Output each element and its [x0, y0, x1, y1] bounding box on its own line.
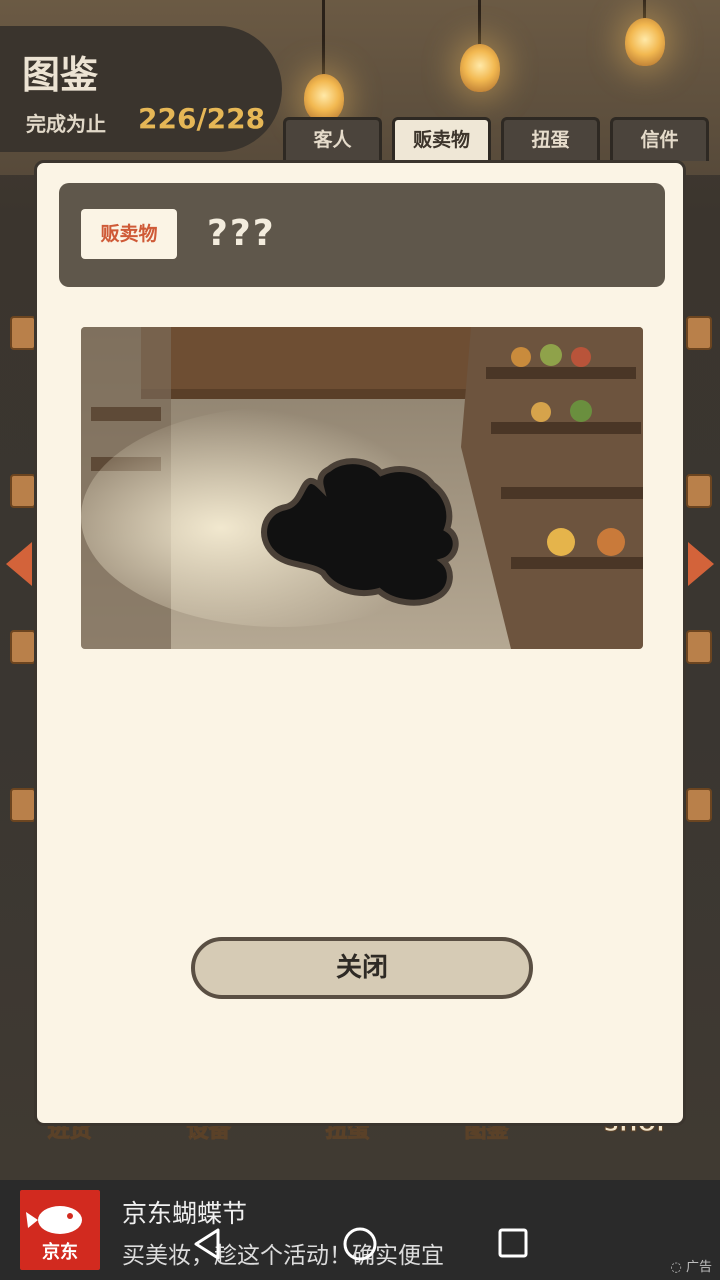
ad-subline: 买美妆，趁这个活动！确实便宜	[122, 1243, 444, 1269]
home-nav-icon[interactable]	[342, 1226, 378, 1262]
light-bulb-icon	[625, 18, 665, 66]
progress-label: 完成为止	[26, 112, 106, 136]
item-name: ???	[207, 213, 276, 254]
catalog-item-thumb[interactable]	[10, 788, 36, 822]
catalog-item-thumb[interactable]	[686, 788, 712, 822]
jd-logo: 京东	[20, 1190, 100, 1270]
tab-gacha[interactable]: 扭蛋	[501, 117, 600, 161]
light-bulb-icon	[460, 44, 500, 92]
close-button[interactable]: 关闭	[191, 937, 533, 999]
ad-label: ◌ 广告	[670, 1260, 713, 1275]
category-badge: 贩卖物	[81, 209, 177, 259]
catalog-item-thumb[interactable]	[686, 316, 712, 350]
prev-page-arrow-icon[interactable]	[6, 542, 32, 586]
catalog-item-thumb[interactable]	[10, 630, 36, 664]
logo-text: 京东	[42, 1242, 78, 1263]
catalog-header: 图鉴 完成为止 226/228	[0, 26, 282, 152]
tab-guests[interactable]: 客人	[283, 117, 382, 161]
ad-tag-text: 广告	[685, 1260, 712, 1275]
lamp-cord	[322, 0, 325, 80]
recents-nav-icon[interactable]	[496, 1226, 530, 1262]
catalog-item-thumb[interactable]	[686, 630, 712, 664]
light-bulb-icon	[304, 74, 344, 122]
page-title: 图鉴	[22, 53, 99, 97]
item-title-bar: 贩卖物 ???	[59, 183, 665, 287]
item-detail-dialog: 贩卖物 ??? 关闭	[34, 160, 686, 1126]
catalog-item-thumb[interactable]	[10, 316, 36, 350]
lamp-cord	[478, 0, 481, 48]
next-page-arrow-icon[interactable]	[688, 542, 714, 586]
catalog-item-thumb[interactable]	[10, 474, 36, 508]
catalog-item-thumb[interactable]	[686, 474, 712, 508]
tab-merchandise[interactable]: 贩卖物	[392, 117, 491, 161]
item-preview-image	[81, 327, 643, 649]
tab-letters[interactable]: 信件	[610, 117, 709, 161]
ad-headline: 京东蝴蝶节	[122, 1199, 248, 1228]
back-nav-icon[interactable]	[190, 1226, 224, 1262]
progress-counter: 226/228	[138, 102, 266, 135]
